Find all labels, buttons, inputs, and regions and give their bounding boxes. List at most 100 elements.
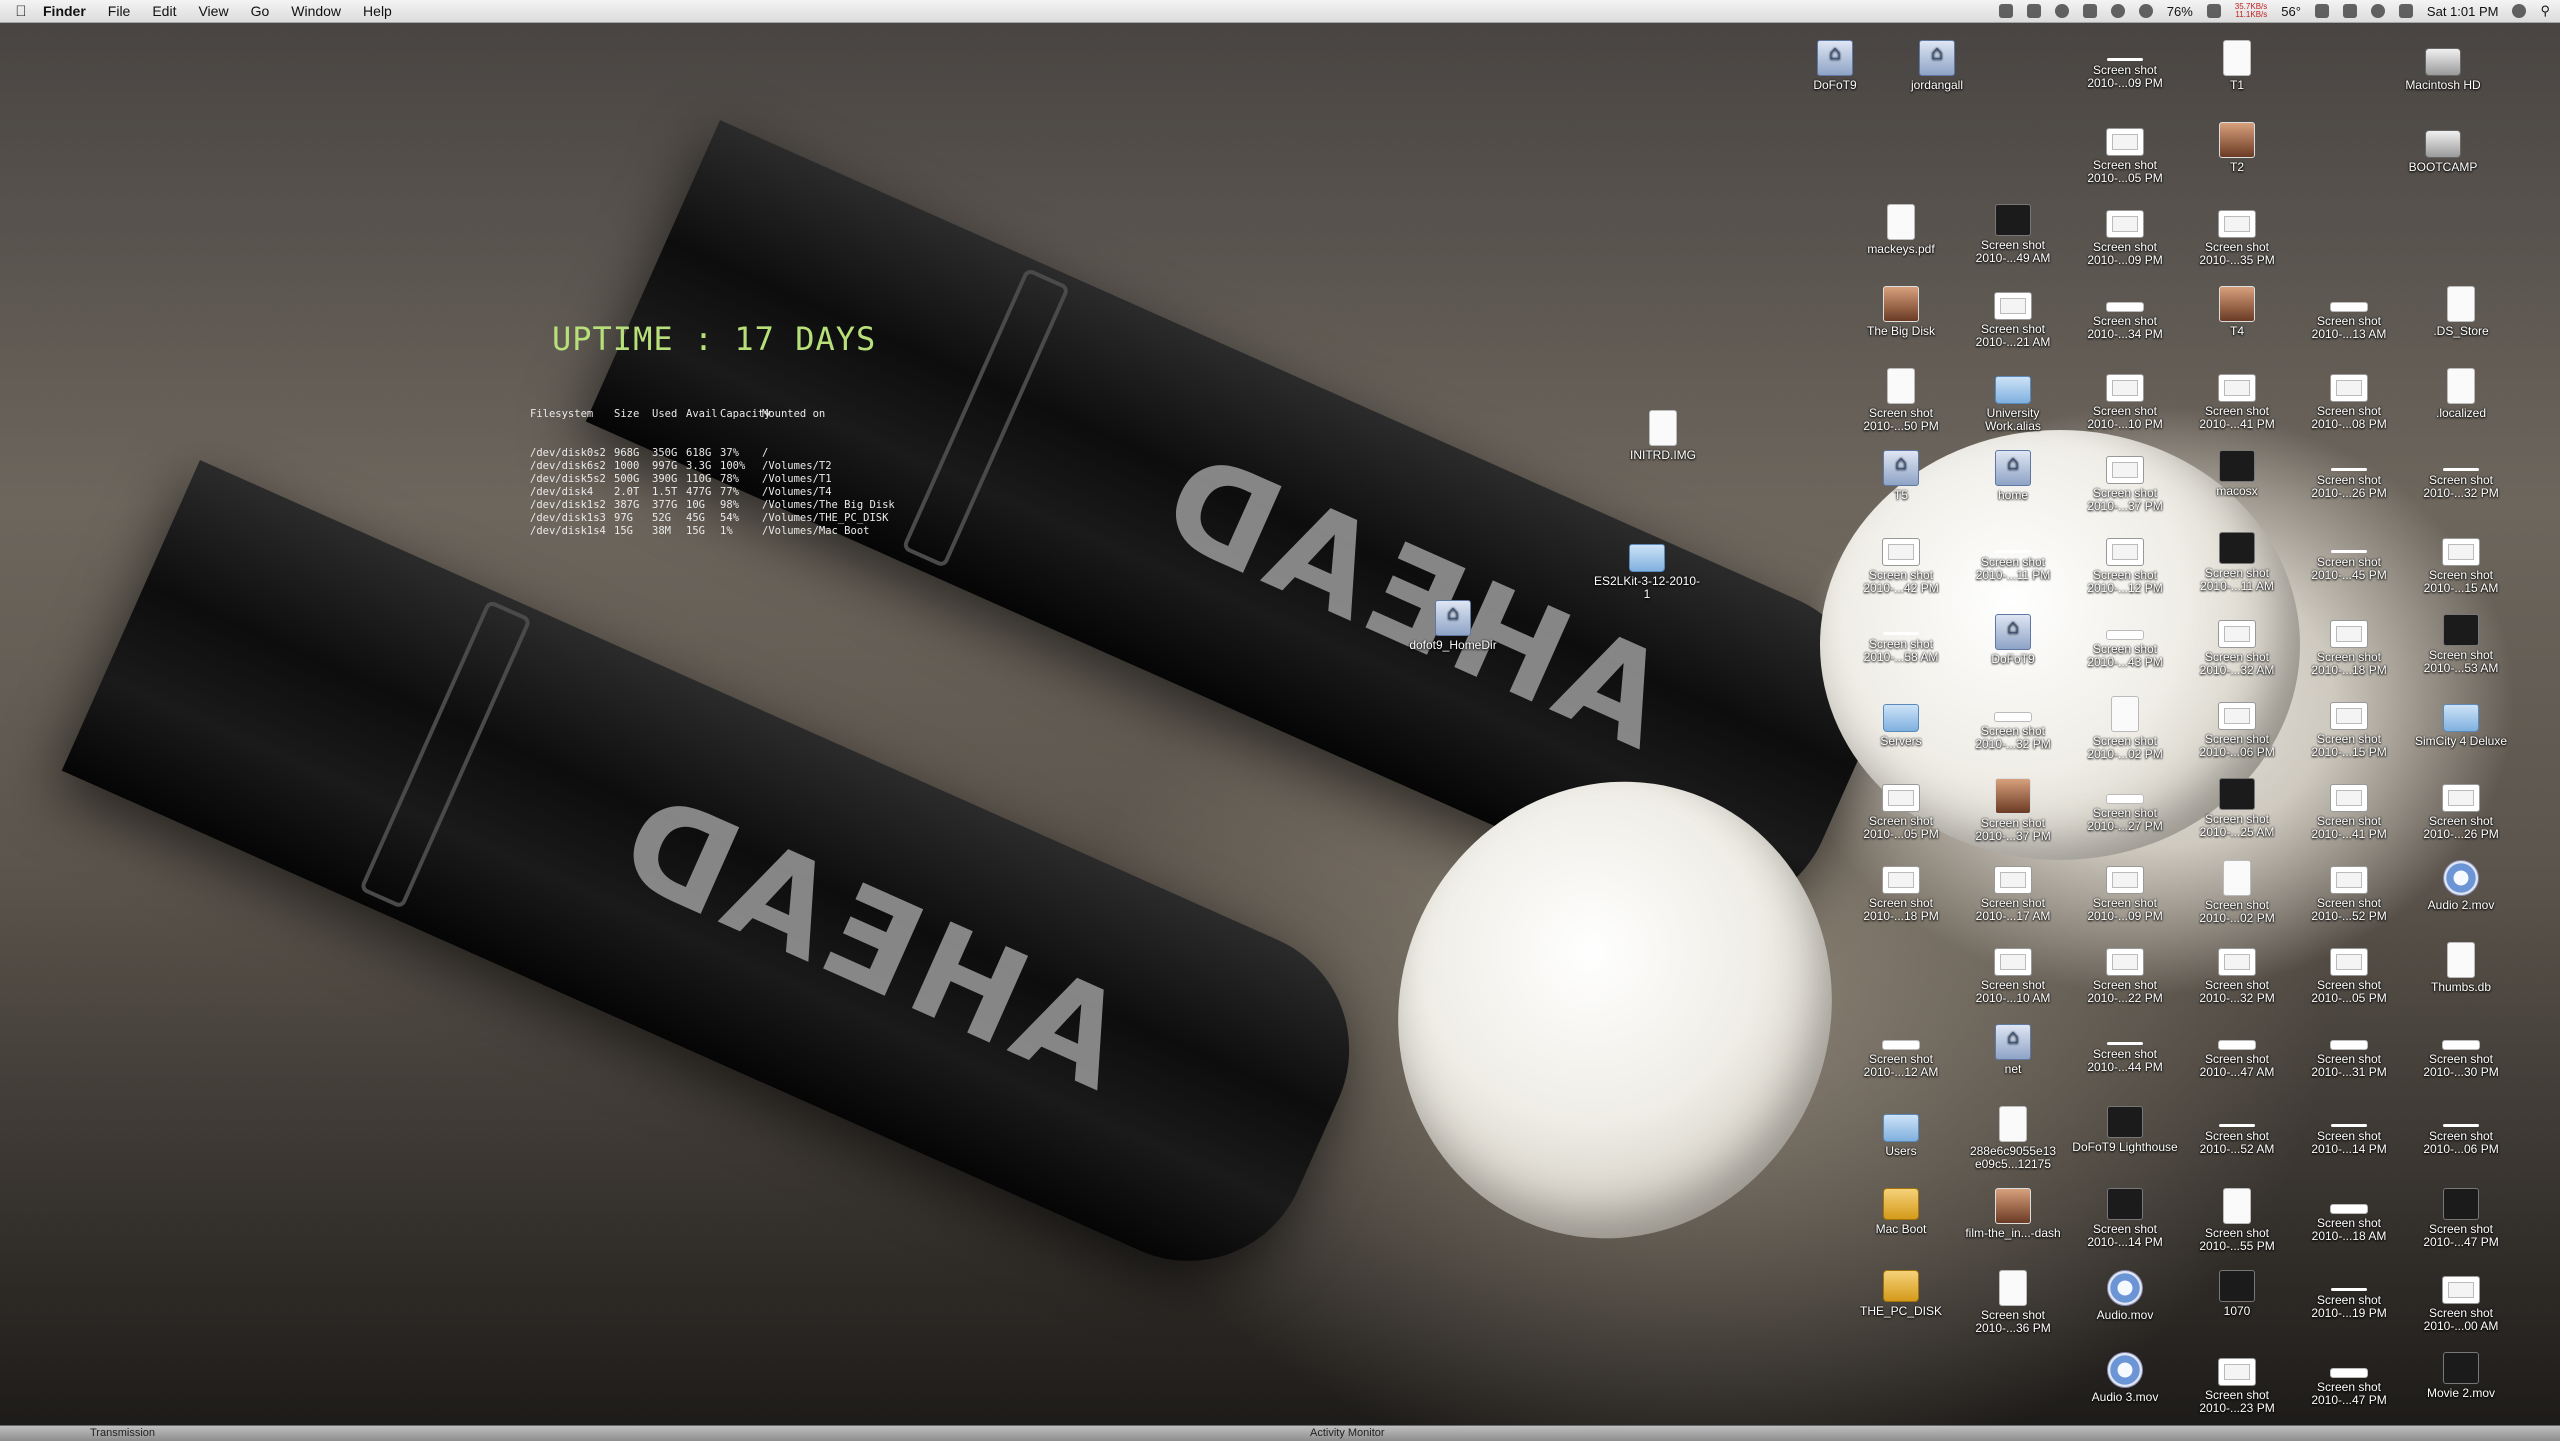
desktop-icon[interactable]: Screen shot 2010-...37 PM: [2070, 450, 2180, 513]
desktop-icon[interactable]: DoFoT9: [1958, 614, 2068, 666]
desktop-icon[interactable]: Screen shot 2010-...25 AM: [2182, 778, 2292, 839]
desktop-icon[interactable]: Screen shot 2010-...52 AM: [2182, 1106, 2292, 1156]
desktop-icon[interactable]: Screen shot 2010-...50 PM: [1846, 368, 1956, 433]
desktop-icon[interactable]: T4: [2182, 286, 2292, 338]
user-icon[interactable]: [2512, 4, 2527, 18]
desktop-icon[interactable]: Screen shot 2010-...05 PM: [1846, 778, 1956, 841]
desktop-icon[interactable]: T5: [1846, 450, 1956, 502]
desktop-icon[interactable]: Screen shot 2010-...17 AM: [1958, 860, 2068, 923]
desktop-icon[interactable]: Screen shot 2010-...05 PM: [2294, 942, 2404, 1005]
facebook-icon[interactable]: [2206, 4, 2221, 18]
volume-icon[interactable]: [2398, 4, 2413, 18]
desktop-icon[interactable]: Screen shot 2010-...43 PM: [2070, 614, 2180, 669]
desktop-icon[interactable]: Screen shot 2010-...34 PM: [2070, 286, 2180, 341]
desktop-icon[interactable]: Screen shot 2010-...23 PM: [2182, 1352, 2292, 1415]
desktop-icon[interactable]: Servers: [1846, 696, 1956, 748]
desktop-icon[interactable]: Screen shot 2010-...00 AM: [2406, 1270, 2516, 1333]
desktop-icon[interactable]: Screen shot 2010-...32 PM: [2406, 450, 2516, 500]
desktop-icon[interactable]: Screen shot 2010-...49 AM: [1958, 204, 2068, 265]
desktop-icon[interactable]: Screen shot 2010-...09 PM: [2070, 204, 2180, 267]
desktop-icon[interactable]: Screen shot 2010-...58 AM: [1846, 614, 1956, 664]
desktop-icon[interactable]: Screen shot 2010-...47 PM: [2294, 1352, 2404, 1407]
desktop-icon[interactable]: THE_PC_DISK: [1846, 1270, 1956, 1318]
desktop-icon[interactable]: Screen shot 2010-...31 PM: [2294, 1024, 2404, 1079]
desktop-icon[interactable]: Audio.mov: [2070, 1270, 2180, 1322]
desktop-icon[interactable]: Audio 2.mov: [2406, 860, 2516, 912]
desktop-icon[interactable]: DoFoT9 Lighthouse: [2070, 1106, 2180, 1154]
menu-help[interactable]: Help: [352, 3, 403, 19]
desktop-icon[interactable]: SimCity 4 Deluxe: [2406, 696, 2516, 748]
desktop-icon[interactable]: DoFoT9: [1780, 40, 1890, 92]
network-meter[interactable]: 35.7KB/s 11.1KB/s: [2235, 3, 2267, 19]
desktop-icon[interactable]: ES2LKit-3-12-2010-1: [1592, 536, 1702, 601]
desktop-icon[interactable]: T1: [2182, 40, 2292, 92]
desktop-icon[interactable]: Screen shot 2010-...15 AM: [2406, 532, 2516, 595]
desktop-icon[interactable]: Screen shot 2010-...36 PM: [1958, 1270, 2068, 1335]
desktop-icon[interactable]: Screen shot 2010-...19 PM: [2294, 1270, 2404, 1320]
menu-window[interactable]: Window: [280, 3, 352, 19]
display-icon[interactable]: [2314, 4, 2329, 18]
desktop-icon[interactable]: Mac Boot: [1846, 1188, 1956, 1236]
desktop-icon[interactable]: Screen shot 2010-...09 PM: [2070, 40, 2180, 90]
desktop-icon[interactable]: Screen shot 2010-...18 PM: [2294, 614, 2404, 677]
desktop-icon[interactable]: Screen shot 2010-...18 AM: [2294, 1188, 2404, 1243]
desktop-icon[interactable]: net: [1958, 1024, 2068, 1076]
desktop-icon[interactable]: Screen shot 2010-...41 PM: [2182, 368, 2292, 431]
desktop-icon[interactable]: Screen shot 2010-...11 AM: [2182, 532, 2292, 593]
desktop-icon[interactable]: Users: [1846, 1106, 1956, 1158]
window-activity-monitor-title[interactable]: Activity Monitor: [1310, 1427, 1385, 1439]
desktop-icon[interactable]: Screen shot 2010-...06 PM: [2406, 1106, 2516, 1156]
desktop-icon[interactable]: Screen shot 2010-...26 PM: [2406, 778, 2516, 841]
desktop-icon[interactable]: Screen shot 2010-...35 PM: [2182, 204, 2292, 267]
desktop-icon[interactable]: Screen shot 2010-...22 PM: [2070, 942, 2180, 1005]
desktop-icon[interactable]: Screen shot 2010-...52 PM: [2294, 860, 2404, 923]
desktop-icon[interactable]: .localized: [2406, 368, 2516, 420]
desktop-icon[interactable]: Screen shot 2010-...30 PM: [2406, 1024, 2516, 1079]
desktop-icon[interactable]: Movie 2.mov: [2406, 1352, 2516, 1400]
desktop-icon[interactable]: University Work.alias: [1958, 368, 2068, 433]
desktop-icon[interactable]: Screen shot 2010-...47 PM: [2406, 1188, 2516, 1249]
menu-file[interactable]: File: [97, 3, 142, 19]
desktop-icon[interactable]: 1070: [2182, 1270, 2292, 1318]
desktop-icon[interactable]: dofot9_HomeDir: [1398, 600, 1508, 652]
menu-edit[interactable]: Edit: [141, 3, 187, 19]
desktop-icon[interactable]: home: [1958, 450, 2068, 502]
desktop-icon[interactable]: Screen shot 2010-...32 PM: [1958, 696, 2068, 751]
desktop-icon[interactable]: Screen shot 2010-...11 PM: [1958, 532, 2068, 582]
menu-view[interactable]: View: [187, 3, 239, 19]
apple-menu-icon[interactable]: : [10, 3, 32, 20]
battery-indicator[interactable]: 76%: [2167, 4, 2193, 19]
desktop-icon[interactable]: Screen shot 2010-...12 PM: [2070, 532, 2180, 595]
bluetooth-icon[interactable]: [2342, 4, 2357, 18]
menu-app-name[interactable]: Finder: [32, 3, 97, 19]
menubar-clock[interactable]: Sat 1:01 PM: [2427, 4, 2499, 19]
desktop-icon[interactable]: Audio 3.mov: [2070, 1352, 2180, 1404]
desktop-icon[interactable]: Screen shot 2010-...13 AM: [2294, 286, 2404, 341]
desktop-icon[interactable]: Screen shot 2010-...02 PM: [2070, 696, 2180, 761]
desktop-icon[interactable]: Screen shot 2010-...18 PM: [1846, 860, 1956, 923]
desktop-icon[interactable]: Screen shot 2010-...05 PM: [2070, 122, 2180, 185]
desktop-icon[interactable]: The Big Disk: [1846, 286, 1956, 338]
desktop-icon[interactable]: Screen shot 2010-...26 PM: [2294, 450, 2404, 500]
desktop-icon[interactable]: Screen shot 2010-...42 PM: [1846, 532, 1956, 595]
desktop-icon[interactable]: Screen shot 2010-...47 AM: [2182, 1024, 2292, 1079]
desktop-icon[interactable]: Screen shot 2010-...10 PM: [2070, 368, 2180, 431]
desktop-icon[interactable]: Thumbs.db: [2406, 942, 2516, 994]
desktop-icon[interactable]: mackeys.pdf: [1846, 204, 1956, 256]
desktop-icon[interactable]: Macintosh HD: [2388, 40, 2498, 92]
sync-icon[interactable]: [2082, 4, 2097, 18]
wifi-icon[interactable]: [2370, 4, 2385, 18]
cloud-icon[interactable]: [2054, 4, 2069, 18]
desktop-icon[interactable]: Screen shot 2010-...12 AM: [1846, 1024, 1956, 1079]
desktop-icon[interactable]: Screen shot 2010-...02 PM: [2182, 860, 2292, 925]
desktop-icon[interactable]: Screen shot 2010-...14 PM: [2294, 1106, 2404, 1156]
temperature-readout[interactable]: 56°: [2281, 4, 2301, 19]
desktop-icon[interactable]: Screen shot 2010-...53 AM: [2406, 614, 2516, 675]
desktop-icon[interactable]: Screen shot 2010-...09 PM: [2070, 860, 2180, 923]
desktop-icon[interactable]: Screen shot 2010-...08 PM: [2294, 368, 2404, 431]
desktop-icon[interactable]: Screen shot 2010-...15 PM: [2294, 696, 2404, 759]
clock-icon[interactable]: [2138, 4, 2153, 18]
desktop-icon[interactable]: T2: [2182, 122, 2292, 174]
desktop-icon[interactable]: .DS_Store: [2406, 286, 2516, 338]
desktop-icon[interactable]: Screen shot 2010-...32 AM: [2182, 614, 2292, 677]
